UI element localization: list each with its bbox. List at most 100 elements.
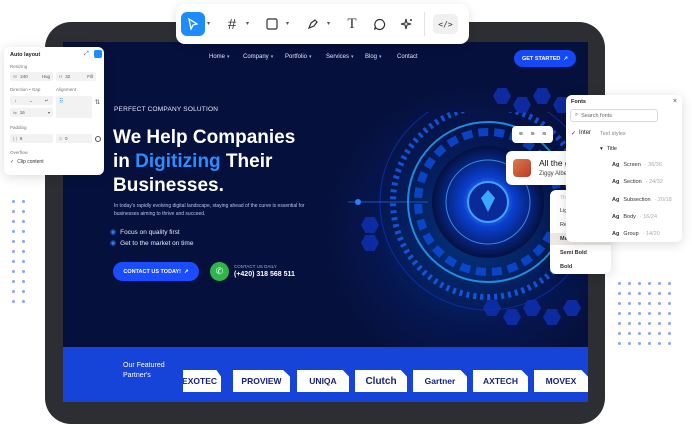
align-right-icon[interactable]: ≡ bbox=[542, 131, 546, 138]
sparkle-icon[interactable] bbox=[395, 12, 417, 36]
arrow-up-right-icon: ↗ bbox=[563, 55, 568, 62]
text-style-item[interactable]: Ag Body · 16/24 bbox=[612, 214, 657, 220]
padding-v-value: 0 bbox=[64, 136, 68, 141]
width-field[interactable]: W 240 Hug bbox=[10, 72, 53, 81]
nav-label: Portfolio bbox=[285, 54, 308, 60]
chevron-down-icon: ▾ bbox=[270, 54, 274, 60]
weight-option-bold[interactable]: Bold bbox=[550, 261, 611, 273]
chevron-down-icon: ▾ bbox=[600, 146, 603, 152]
layout-grid-icon[interactable] bbox=[94, 50, 102, 58]
distribute-icon[interactable]: ⇅ bbox=[95, 99, 100, 106]
hero-headline: We Help Companies in Digitizing Their Bu… bbox=[113, 126, 353, 198]
style-group-title[interactable]: ▾ Title bbox=[600, 146, 617, 152]
pen-icon[interactable] bbox=[302, 12, 324, 36]
align-top-left-icon[interactable]: ⠿ bbox=[59, 98, 63, 105]
code-view-button[interactable]: </> bbox=[433, 14, 458, 34]
clip-content-checkbox[interactable]: ✓ Clip content bbox=[10, 159, 44, 165]
search-placeholder: Search fonts bbox=[581, 112, 612, 119]
headline-line-3: Businesses. bbox=[113, 175, 224, 196]
fonts-panel: Fonts × ⌕ Search fonts ✓ Inter Text styl… bbox=[566, 95, 682, 242]
padding-horizontal-field[interactable]: |·| 8 bbox=[10, 134, 53, 143]
weight-option-semibold[interactable]: Semi Bold bbox=[550, 247, 611, 259]
comment-icon[interactable] bbox=[368, 12, 390, 36]
arrow-up-right-icon: ↗ bbox=[184, 268, 189, 275]
direction-toggle[interactable]: ↓ → ↵ bbox=[10, 96, 53, 105]
avatar bbox=[513, 159, 531, 177]
text-style-item[interactable]: Ag Section · 24/32 bbox=[612, 179, 663, 185]
style-sample: Ag bbox=[612, 214, 620, 220]
chevron-down-icon[interactable]: ▾ bbox=[286, 20, 289, 27]
headline-line-1: We Help Companies bbox=[113, 127, 296, 148]
contact-us-button[interactable]: CONTACT US TODAY! ↗ bbox=[113, 262, 199, 281]
arrow-right-icon[interactable]: → bbox=[28, 98, 33, 103]
align-center-icon[interactable]: ≡ bbox=[530, 131, 534, 138]
height-value: 32 bbox=[65, 74, 71, 79]
height-field[interactable]: H 32 Fill bbox=[56, 72, 96, 81]
style-meta: · 24/32 bbox=[645, 179, 663, 185]
get-started-button[interactable]: GET STARTED ↗ bbox=[514, 50, 576, 67]
padding-label: Padding bbox=[10, 125, 27, 130]
nav-item-portfolio[interactable]: Portfolio ▾ bbox=[285, 54, 312, 60]
style-meta: · 20/18 bbox=[654, 197, 672, 203]
nav-item-blog[interactable]: Blog ▾ bbox=[365, 54, 382, 60]
expand-icon[interactable]: ⤢ bbox=[84, 51, 89, 58]
text-style-item[interactable]: Ag Group · 14/20 bbox=[612, 231, 660, 237]
nav-item-home[interactable]: Home ▾ bbox=[209, 54, 230, 60]
chevron-down-icon: ▾ bbox=[351, 54, 354, 60]
style-name: Section bbox=[623, 179, 642, 185]
auto-layout-panel: Auto layout ⤢ Resizing W 240 Hug H 32 Fill D… bbox=[4, 47, 104, 175]
nav-item-contact[interactable]: Contact bbox=[397, 54, 418, 60]
nav-label: Contact bbox=[397, 54, 418, 60]
width-mode: Hug bbox=[41, 74, 50, 79]
hash-frame-icon[interactable]: # bbox=[221, 12, 243, 36]
height-mode: Fill bbox=[87, 74, 93, 79]
chevron-down-icon[interactable]: ▾ bbox=[246, 20, 249, 27]
rectangle-icon[interactable] bbox=[261, 12, 283, 36]
padding-h-value: 8 bbox=[19, 136, 23, 141]
style-name: Body bbox=[623, 214, 636, 220]
chevron-down-icon[interactable]: ▾ bbox=[327, 20, 330, 27]
chevron-down-icon[interactable]: ▾ bbox=[207, 20, 210, 27]
arrow-down-icon[interactable]: ↓ bbox=[14, 98, 16, 103]
text-style-item[interactable]: Ag Screen · 36/36 bbox=[612, 162, 662, 168]
nav-label: Home bbox=[209, 54, 226, 60]
partners-title: Our Featured Partner's bbox=[123, 362, 165, 379]
padding-individual-icon[interactable] bbox=[95, 136, 101, 142]
alignment-grid[interactable]: ⠿ bbox=[56, 96, 92, 118]
partner-logo: Gartner bbox=[413, 370, 467, 392]
current-font-item[interactable]: ✓ Inter bbox=[571, 130, 591, 137]
style-name: Screen bbox=[623, 162, 641, 168]
contact-button-label: CONTACT US TODAY! bbox=[123, 268, 182, 275]
current-font-label: Inter bbox=[579, 130, 592, 136]
style-meta: · 16/24 bbox=[639, 214, 658, 220]
wrap-icon[interactable]: ↵ bbox=[45, 98, 49, 104]
style-meta: · 14/20 bbox=[642, 231, 660, 237]
align-left-icon[interactable]: ≡ bbox=[519, 131, 523, 138]
height-prefix: H bbox=[59, 74, 63, 79]
close-icon[interactable]: × bbox=[673, 98, 677, 105]
partner-logo: EXOTEC bbox=[183, 370, 221, 392]
gap-field[interactable]: ⇆ 16 ▾ bbox=[10, 108, 53, 117]
nav-item-company[interactable]: Company ▾ bbox=[243, 54, 273, 60]
font-search-input[interactable]: ⌕ Search fonts bbox=[570, 109, 658, 122]
toolbar-divider bbox=[424, 12, 425, 36]
contact-label: CONTACT US DAILY bbox=[234, 264, 277, 269]
partners-strip: Our Featured Partner's EXOTEC PROVIEW UN… bbox=[63, 347, 588, 402]
check-circle-icon: ◉ bbox=[110, 229, 117, 236]
panel-title: Auto layout bbox=[10, 52, 41, 58]
text-style-item[interactable]: Ag Subsection · 20/18 bbox=[612, 197, 672, 203]
design-toolbar: ▾ # ▾ ▾ ▾ T </> bbox=[176, 4, 469, 44]
partner-logo: PROVIEW bbox=[233, 370, 290, 392]
partner-logo: Clutch bbox=[355, 370, 407, 392]
padding-vertical-field[interactable]: Ξ0 bbox=[56, 134, 92, 143]
direction-gap-label: Direction • Gap bbox=[10, 87, 41, 92]
check-circle-icon: ◉ bbox=[110, 240, 117, 247]
text-icon[interactable]: T bbox=[341, 12, 363, 36]
nav-item-services[interactable]: Services ▾ bbox=[326, 54, 354, 60]
headline-pre: in bbox=[113, 151, 136, 172]
padding-h-icon: |·| bbox=[13, 136, 17, 141]
width-prefix: W bbox=[13, 74, 18, 79]
cursor-icon[interactable] bbox=[181, 12, 205, 36]
headline-post: Their bbox=[220, 151, 273, 172]
phone-icon[interactable]: ✆ bbox=[210, 262, 229, 281]
